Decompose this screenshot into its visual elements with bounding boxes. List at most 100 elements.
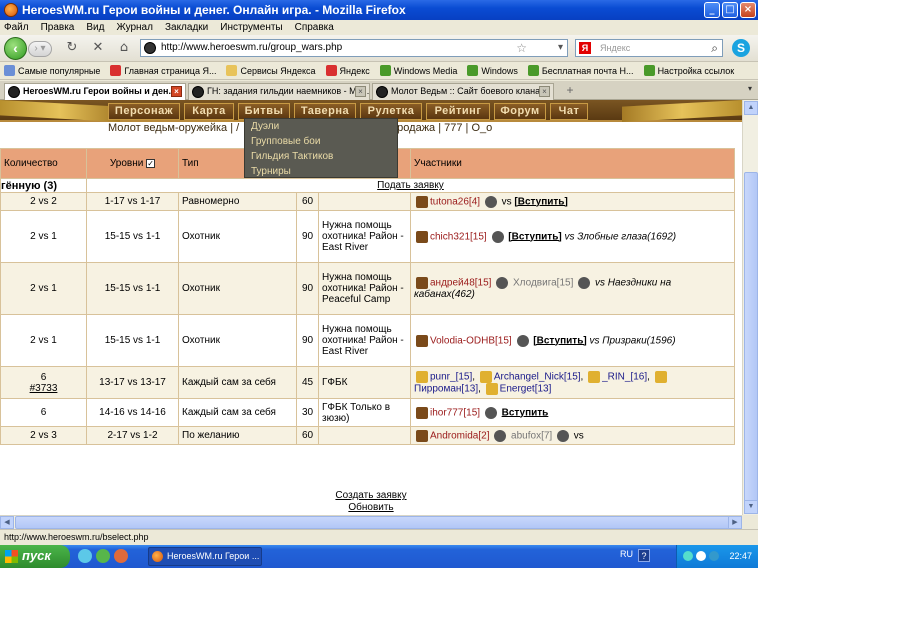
minimize-button[interactable]: _ [704, 2, 720, 18]
close-button[interactable]: × [740, 2, 756, 18]
menu-help[interactable]: Справка [295, 22, 334, 33]
player-link[interactable]: Volodia-ODHB[15] [430, 335, 512, 346]
menu-item-group-battles[interactable]: Групповые бои [245, 134, 397, 149]
bookmark-item[interactable]: Яндекс [325, 65, 370, 76]
bookmark-item[interactable]: Настройка ссылок [643, 65, 735, 76]
scroll-thumb[interactable] [744, 172, 758, 502]
menu-item-tactics-guild[interactable]: Гильдия Тактиков [245, 149, 397, 164]
bookmark-item[interactable]: Бесплатная почта Н... [527, 65, 634, 76]
back-button[interactable]: ‹ [4, 37, 27, 60]
tab-list-icon[interactable]: ▾ [744, 84, 756, 98]
player-link[interactable]: ihor777[15] [430, 407, 480, 418]
skype-icon[interactable]: S [732, 39, 750, 57]
yandex-search-icon[interactable]: Я [579, 42, 591, 54]
tab-heroeswm[interactable]: HeroesWM.ru Герои войны и ден... × [4, 83, 186, 101]
tray-icon[interactable] [709, 551, 719, 561]
nav-chat[interactable]: Чат [550, 103, 588, 120]
cell-note: ГФБК Только в зюзю) [318, 398, 411, 427]
tray-icon[interactable] [683, 551, 693, 561]
start-button[interactable]: пуск [0, 545, 70, 568]
cell-note: Нужна помощь охотника! Район - East Rive… [318, 210, 411, 263]
nav-rating[interactable]: Рейтинг [426, 103, 490, 120]
join-button[interactable]: [Вступить] [508, 231, 561, 242]
menu-item-duels[interactable]: Дуэли [245, 119, 397, 134]
maximize-button[interactable]: □ [722, 2, 738, 18]
search-icon[interactable]: ⌕ [711, 40, 718, 56]
scroll-up-icon[interactable]: ▲ [744, 101, 758, 115]
player-link[interactable]: андрей48[15] [430, 278, 491, 289]
crown-icon [479, 370, 492, 383]
nav-forum[interactable]: Форум [494, 103, 546, 120]
player-link[interactable]: Energet[13] [500, 383, 552, 394]
nav-map[interactable]: Карта [184, 103, 234, 120]
scroll-right-icon[interactable]: ▶ [728, 516, 742, 529]
nav-character[interactable]: Персонаж [108, 103, 180, 120]
vertical-scrollbar[interactable]: ▲ ▼ [742, 100, 758, 515]
menu-item-tournaments[interactable]: Турниры [245, 164, 397, 179]
forward-button[interactable]: › ▾ [28, 41, 52, 57]
checkbox-icon[interactable]: ✓ [146, 158, 156, 168]
menu-bookmarks[interactable]: Закладки [165, 22, 208, 33]
bookmark-item[interactable]: Сервисы Яндекса [226, 65, 316, 76]
cell-participants: Andromida[2] abufox[7] vs [410, 426, 735, 445]
menu-file[interactable]: Файл [4, 22, 29, 33]
bookmark-star-icon[interactable]: ☆ [516, 40, 527, 56]
bookmark-item[interactable]: Главная страница Я... [110, 65, 216, 76]
battle-link[interactable]: #3733 [4, 383, 83, 394]
bookmark-item[interactable]: Самые популярные [4, 65, 100, 76]
player-link[interactable]: Пирроман[13] [414, 383, 478, 394]
scroll-down-icon[interactable]: ▼ [744, 500, 758, 514]
join-button[interactable]: [Вступить] [514, 196, 567, 207]
bookmark-item[interactable]: Windows [467, 65, 518, 76]
join-button[interactable]: [Вступить] [533, 335, 586, 346]
cell-time: 90 [296, 314, 319, 367]
menu-view[interactable]: Вид [86, 22, 104, 33]
join-button[interactable]: Вступить [502, 407, 549, 418]
player-link[interactable]: punr_[15] [430, 371, 472, 382]
tab-mercenaries[interactable]: ГН: задания гильдии наемников - Мо... × [188, 83, 370, 100]
player-link[interactable]: tutona26[4] [430, 196, 480, 207]
menu-history[interactable]: Журнал [116, 22, 153, 33]
vs-label: vs [501, 196, 512, 208]
menu-edit[interactable]: Правка [41, 22, 75, 33]
dropdown-arrow-icon[interactable]: ▾ [558, 40, 563, 56]
tab-label: HeroesWM.ru Герои войны и ден... [23, 86, 176, 96]
player-link[interactable]: abufox[7] [511, 430, 552, 441]
stop-icon[interactable]: ✕ [90, 40, 106, 56]
player-link[interactable]: Archangel_Nick[15] [494, 371, 581, 382]
submit-request-link[interactable]: Подать заявку [377, 180, 444, 191]
player-link[interactable]: chich321[15] [430, 231, 487, 242]
cell-levels: 13-17 vs 13-17 [86, 366, 179, 399]
new-tab-icon[interactable]: + [560, 83, 580, 100]
reload-icon[interactable]: ↻ [64, 40, 80, 56]
tab-close-icon[interactable]: × [171, 86, 182, 97]
create-request-link[interactable]: Создать заявку [0, 490, 742, 502]
quicklaunch-icon[interactable] [78, 549, 92, 563]
table-section-row: гённую (3) Подать заявку [0, 178, 735, 193]
tab-close-icon[interactable]: × [539, 86, 550, 97]
player-link[interactable]: Andromida[2] [430, 430, 489, 441]
cell-type: Равномерно [178, 192, 297, 211]
tab-clan-site[interactable]: Молот Ведьм :: Сайт боевого клана ... × [372, 83, 554, 100]
menu-tools[interactable]: Инструменты [220, 22, 282, 33]
cell-count: 2 vs 1 [0, 262, 87, 315]
home-icon[interactable]: ⌂ [116, 40, 132, 56]
tray-icon[interactable] [696, 551, 706, 561]
bookmark-item[interactable]: Windows Media [379, 65, 457, 76]
quicklaunch-icon[interactable] [96, 549, 110, 563]
language-indicator[interactable]: RU [620, 549, 633, 559]
tab-close-icon[interactable]: × [355, 86, 366, 97]
horizontal-scrollbar[interactable]: ◀ ▶ [0, 515, 742, 529]
bookmark-label: Настройка ссылок [657, 65, 735, 76]
player-link[interactable]: Хлодвига[15] [513, 278, 573, 289]
url-bar[interactable]: http://www.heroeswm.ru/group_wars.php ☆ … [140, 39, 568, 57]
player-link[interactable]: _RIN_[16] [602, 371, 647, 382]
clan-info-line[interactable]: Молот ведьм-оружейка | / [108, 122, 239, 134]
help-icon[interactable]: ? [638, 549, 650, 562]
scroll-left-icon[interactable]: ◀ [0, 516, 14, 529]
refresh-link[interactable]: Обновить [0, 502, 742, 514]
taskbar-firefox-button[interactable]: HeroesWM.ru Герои ... [148, 547, 262, 566]
quicklaunch-icon[interactable] [114, 549, 128, 563]
hscroll-thumb[interactable] [15, 516, 735, 529]
search-box[interactable]: Я Яндекс ⌕ [575, 39, 723, 57]
